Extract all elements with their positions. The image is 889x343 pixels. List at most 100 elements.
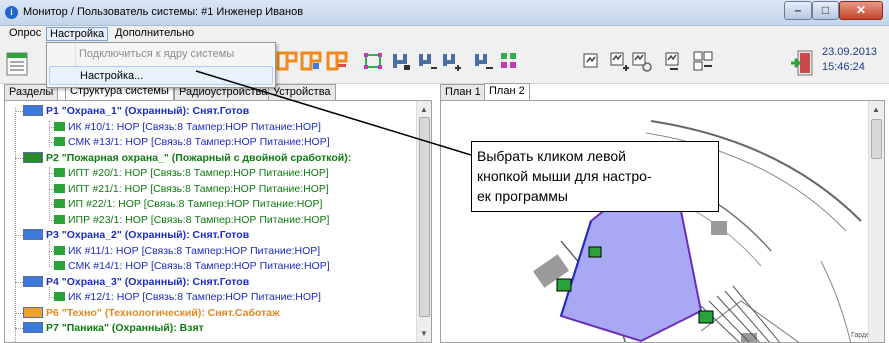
tree-line [15, 312, 23, 314]
tree-line [49, 121, 50, 147]
zone-add-icon[interactable] [440, 50, 462, 72]
tree-line [15, 157, 23, 159]
tree-line [49, 241, 50, 267]
sensor-icon [54, 137, 65, 146]
tree-row-label: СМК #14/1: НОР [Связь:8 Тампер:НОР Питан… [68, 260, 330, 272]
device-link-icon[interactable] [630, 50, 652, 72]
tree-row-label: Р2 "Пожарная охрана_" (Пожарный с двойно… [46, 151, 352, 164]
tree-row-label: Р3 "Охрана_2" (Охранный): Снят.Готов [46, 229, 250, 241]
help-callout: Выбрать кликом левой кнопкой мыши для на… [471, 141, 719, 212]
scroll-down-icon[interactable]: ▼ [420, 329, 428, 338]
sensor-icon [54, 168, 65, 177]
device-flag-icon[interactable] [580, 50, 602, 72]
tree-line [49, 167, 50, 221]
tree-group-row[interactable]: Р1 "Охрана_1" (Охранный): Снят.Готов [23, 105, 249, 118]
tree-row-label: ИПТ #20/1: НОР [Связь:8 Тампер:НОР Питан… [68, 167, 329, 179]
partition-icon [23, 229, 43, 240]
callout-line-3: ек программы [477, 188, 568, 204]
connect-core-item[interactable]: Подключиться к ядру системы [49, 45, 273, 64]
device-table-icon[interactable] [692, 50, 714, 72]
device-add-icon[interactable] [608, 50, 630, 72]
partition-icon [23, 151, 43, 163]
tree-line [49, 287, 50, 300]
close-button[interactable]: ✕ [839, 1, 883, 20]
tree-sensor-row[interactable]: ИК #11/1: НОР [Связь:8 Тампер:НОР Питани… [54, 245, 320, 258]
menu-bar: Опрос Настройка Дополнительно [0, 26, 889, 42]
datetime: 23.09.2013 15:46:24 [822, 45, 877, 75]
menu-opros[interactable]: Опрос [6, 27, 44, 41]
callout-line-1: Выбрать кликом левой [477, 148, 626, 164]
tab-plan-2[interactable]: План 2 [484, 83, 530, 101]
exit-door-icon[interactable] [790, 50, 814, 76]
title-bar: i Монитор / Пользователь системы: #1 Инж… [0, 0, 889, 26]
tree-row-label: Р6 "Техно" (Технологический): Снят.Сабот… [46, 306, 280, 319]
layout-orange-1-icon[interactable] [276, 50, 298, 72]
layout-orange-2-icon[interactable] [300, 50, 322, 72]
tree-line [15, 281, 23, 283]
menu-dopolnitelno[interactable]: Дополнительно [112, 27, 197, 41]
select-area-icon[interactable] [362, 50, 384, 72]
tab-ustroystva[interactable]: Устройства [268, 84, 336, 101]
tree-line [15, 235, 23, 236]
tree-sensor-row[interactable]: ИК #10/1: НОР [Связь:8 Тампер:НОР Питани… [54, 121, 321, 134]
tree-group-row[interactable]: Р6 "Техно" (Технологический): Снят.Сабот… [23, 306, 280, 320]
sensor-icon [54, 261, 65, 270]
sensor-icon [54, 199, 65, 208]
tree-scrollbar[interactable]: ▲ ▼ [416, 101, 431, 342]
tree-sensor-row[interactable]: ИПТ #20/1: НОР [Связь:8 Тампер:НОР Питан… [54, 167, 329, 180]
device-remove-icon[interactable] [662, 50, 684, 72]
tree-row-label: ИК #11/1: НОР [Связь:8 Тампер:НОР Питани… [68, 244, 321, 257]
scroll-up-icon[interactable]: ▲ [420, 105, 428, 114]
tree-row-label: ИК #10/1: НОР [Связь:8 Тампер:НОР Питани… [68, 120, 321, 133]
settings-dropdown: Подключиться к ядру системы Настройка... [46, 42, 276, 88]
sensor-icon [54, 292, 65, 301]
tree-sensor-row[interactable]: ИП #22/1: НОР [Связь:8 Тампер:НОР Питани… [54, 198, 322, 211]
sensor-marker-icon[interactable] [698, 310, 714, 324]
tree-group-row[interactable]: Р3 "Охрана_2" (Охранный): Снят.Готов [23, 229, 249, 242]
tree-sensor-row[interactable]: ИПР #23/1: НОР [Связь:8 Тампер:НОР Питан… [54, 214, 329, 227]
tree-row-label: СМК #13/1: НОР [Связь:8 Тампер:НОР Питан… [68, 136, 330, 148]
partition-icon [23, 306, 43, 318]
sensor-marker-icon[interactable] [588, 246, 602, 258]
partition-icon [23, 105, 43, 116]
tree-scroll-thumb[interactable] [419, 117, 430, 317]
zone-save-icon[interactable] [390, 50, 412, 72]
sensor-icon [54, 121, 65, 131]
settings-item[interactable]: Настройка... [49, 66, 273, 85]
window-title: Монитор / Пользователь системы: #1 Инжен… [23, 6, 304, 18]
tree-sensor-row[interactable]: ИК #12/1: НОР [Связь:8 Тампер:НОР Питани… [54, 291, 321, 304]
tree-row-label: Р1 "Охрана_1" (Охранный): Снят.Готов [46, 105, 250, 117]
tree-line [15, 107, 16, 342]
floor-plan-canvas[interactable]: Гардероб [441, 101, 885, 343]
tree-sensor-row[interactable]: ИПТ #21/1: НОР [Связь:8 Тампер:НОР Питан… [54, 183, 329, 196]
plan-scroll-thumb[interactable] [871, 119, 882, 159]
layout-orange-3-icon[interactable] [326, 50, 348, 72]
zone-remove-icon[interactable] [472, 50, 494, 72]
right-tabstrip: План 1 План 2 [440, 83, 889, 101]
tree-sensor-row[interactable]: СМК #14/1: НОР [Связь:8 Тампер:НОР Питан… [54, 260, 330, 273]
callout-line-2: кнопкой мыши для настро- [477, 168, 652, 184]
plan-scrollbar[interactable]: ▲ [868, 101, 884, 342]
tree-row-label: ИП #22/1: НОР [Связь:8 Тампер:НОР Питани… [68, 198, 323, 210]
scroll-up-icon[interactable]: ▲ [872, 105, 880, 114]
tree-group-row[interactable]: Р4 "Охрана_3" (Охранный): Снят.Готов [23, 275, 250, 289]
report-icon[interactable] [6, 52, 28, 76]
sensor-icon [54, 245, 65, 255]
zone-grid-icon[interactable] [498, 50, 520, 72]
tree-row-label: Р4 "Охрана_3" (Охранный): Снят.Готов [46, 275, 250, 288]
partition-icon [23, 322, 43, 333]
tab-plan-1[interactable]: План 1 [440, 84, 486, 101]
minimize-button[interactable]: – [784, 1, 812, 20]
info-circle-icon[interactable]: i [5, 6, 18, 19]
menu-nastroyka[interactable]: Настройка [46, 27, 109, 41]
tree-line [15, 111, 23, 112]
tree-sensor-row[interactable]: СМК #13/1: НОР [Связь:8 Тампер:НОР Питан… [54, 136, 330, 149]
tree-row-label: ИПТ #21/1: НОР [Связь:8 Тампер:НОР Питан… [68, 182, 329, 195]
maximize-button[interactable]: □ [812, 1, 839, 20]
tree-group-row[interactable]: Р7 "Паника" (Охранный): Взят [23, 322, 204, 335]
tree-group-row[interactable]: Р2 "Пожарная охрана_" (Пожарный с двойно… [23, 151, 352, 165]
system-tree-panel: Р1 "Охрана_1" (Охранный): Снят.Готов ИК #… [4, 100, 432, 343]
sensor-icon [54, 183, 65, 193]
zone-minus-icon[interactable] [416, 50, 438, 72]
sensor-marker-icon[interactable] [556, 278, 572, 292]
